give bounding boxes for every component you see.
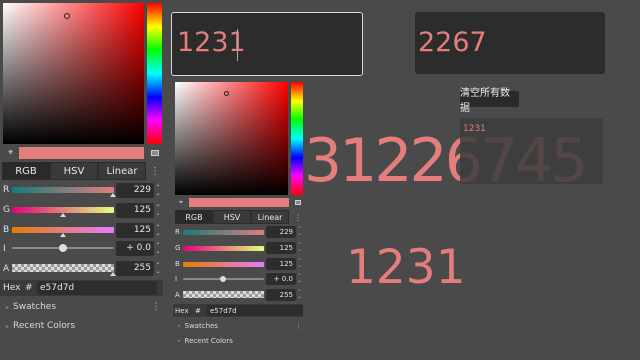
hue-slider[interactable] [147, 3, 162, 144]
recent-colors-section[interactable]: ▸ Recent Colors [0, 319, 150, 333]
channel-b-thumb[interactable] [60, 233, 66, 237]
hex-label: Hex [175, 306, 189, 315]
number-input-1-text: 1231 [177, 27, 246, 58]
hex-label: Hex [3, 283, 21, 293]
tab-linear[interactable]: Linear [251, 210, 289, 224]
channel-b-value[interactable]: 125 [266, 258, 296, 270]
channel-i-spinner[interactable]: ⌃ ⌄ [154, 241, 162, 256]
channel-r-slider[interactable] [12, 187, 114, 193]
saturation-value-area[interactable] [3, 3, 144, 144]
swatches-section[interactable]: ▸ Swatches [173, 320, 291, 332]
swatches-section[interactable]: ▸ Swatches [0, 300, 150, 314]
hex-row: Hex # e57d7d [0, 280, 163, 296]
color-picker-large: ⌖ RGB HSV Linear ⋮ R 229 ⌃ ⌄ G 125 ⌃ ⌄ B 1… [0, 0, 165, 340]
tab-linear[interactable]: Linear [98, 162, 146, 180]
sv-handle[interactable] [224, 91, 229, 96]
channel-i-thumb[interactable] [220, 276, 226, 282]
channel-r-spinner[interactable]: ⌃ ⌄ [296, 226, 303, 238]
sample-preview-icon[interactable] [295, 200, 301, 205]
channel-r-value[interactable]: 229 [266, 226, 296, 238]
channel-i-value[interactable]: + 0.0 [116, 241, 154, 256]
hue-slider[interactable] [291, 82, 303, 195]
hash-label: # [195, 306, 201, 315]
collapse-arrow-icon: ▸ [6, 303, 10, 311]
channel-g-label: G [175, 244, 181, 252]
channel-b-label: B [3, 225, 10, 235]
swatches-menu-icon[interactable]: ⋮ [152, 300, 161, 314]
hash-label: # [25, 283, 33, 293]
channel-g-slider[interactable] [183, 246, 264, 251]
collapse-arrow-icon: ▸ [178, 323, 181, 329]
channel-a-slider[interactable] [12, 264, 114, 272]
swatches-menu-icon[interactable]: ⋮ [295, 320, 302, 332]
channel-r-slider[interactable] [183, 230, 264, 235]
channel-a-spinner[interactable]: ⌃ ⌄ [296, 289, 303, 301]
channel-r-value[interactable]: 229 [116, 183, 154, 198]
digits-display-medium: 1231 [346, 240, 466, 295]
hex-input[interactable]: e57d7d [207, 305, 303, 316]
number-input-2-text: 2267 [418, 27, 487, 58]
recent-colors-label: Recent Colors [184, 337, 233, 345]
tab-hsv[interactable]: HSV [213, 210, 251, 224]
hex-value: e57d7d [40, 283, 75, 293]
hex-row: Hex # e57d7d [173, 304, 303, 317]
tab-rgb[interactable]: RGB [175, 210, 213, 224]
tab-rgb[interactable]: RGB [2, 162, 50, 180]
channel-i-spinner[interactable]: ⌃ ⌄ [296, 273, 303, 285]
channel-r-label: R [175, 228, 180, 236]
channel-i-value[interactable]: + 0.0 [266, 273, 296, 285]
clear-all-data-tooltip[interactable]: 清空所有数据 [460, 88, 519, 114]
channel-r-label: R [3, 185, 10, 195]
tab-hsv[interactable]: HSV [50, 162, 98, 180]
channel-b-slider[interactable] [183, 262, 264, 267]
channel-a-slider[interactable] [183, 291, 264, 298]
data-panel-text: 1231 [463, 124, 486, 134]
color-mode-tabs: RGB HSV Linear [2, 162, 146, 180]
swatches-label: Swatches [13, 302, 57, 312]
collapse-arrow-icon: ▸ [6, 322, 10, 330]
text-caret [237, 29, 238, 61]
channel-a-label: A [175, 291, 180, 299]
sample-preview-icon[interactable] [151, 150, 159, 156]
current-color-swatch [19, 147, 144, 159]
recent-colors-label: Recent Colors [13, 321, 76, 331]
channel-b-spinner[interactable]: ⌃ ⌄ [154, 223, 162, 238]
channel-i-label: I [175, 275, 178, 283]
swatches-label: Swatches [184, 322, 218, 330]
color-picker-small: ⌖ RGB HSV Linear ⋮ R 229 ⌃ ⌄ G 125 ⌃ ⌄ B 1… [173, 80, 305, 350]
channel-g-thumb[interactable] [60, 213, 66, 217]
eyedropper-icon[interactable]: ⌖ [4, 146, 17, 160]
channel-g-spinner[interactable]: ⌃ ⌄ [296, 242, 303, 254]
hex-input[interactable]: e57d7d [37, 281, 157, 295]
saturation-value-area[interactable] [175, 82, 288, 195]
channel-i-label: I [3, 244, 6, 254]
hex-value: e57d7d [210, 306, 237, 315]
channel-a-value[interactable]: 255 [116, 261, 154, 276]
channel-b-label: B [175, 260, 180, 268]
channel-b-spinner[interactable]: ⌃ ⌄ [296, 258, 303, 270]
channel-a-value[interactable]: 255 [266, 289, 296, 301]
channel-g-spinner[interactable]: ⌃ ⌄ [154, 203, 162, 218]
recent-colors-section[interactable]: ▸ Recent Colors [173, 335, 291, 347]
channel-a-spinner[interactable]: ⌃ ⌄ [154, 261, 162, 276]
channel-g-value[interactable]: 125 [116, 203, 154, 218]
channel-a-label: A [3, 264, 10, 274]
more-options-icon[interactable]: ⋮ [150, 163, 160, 179]
eyedropper-icon[interactable]: ⌖ [176, 197, 186, 208]
sv-handle[interactable] [64, 13, 70, 19]
channel-r-spinner[interactable]: ⌃ ⌄ [154, 183, 162, 198]
current-color-swatch [189, 198, 289, 207]
channel-g-value[interactable]: 125 [266, 242, 296, 254]
collapse-arrow-icon: ▸ [178, 338, 181, 344]
channel-b-value[interactable]: 125 [116, 223, 154, 238]
channel-i-thumb[interactable] [59, 244, 67, 252]
channel-g-label: G [3, 205, 10, 215]
color-mode-tabs: RGB HSV Linear [175, 210, 289, 224]
more-options-icon[interactable]: ⋮ [294, 210, 302, 224]
